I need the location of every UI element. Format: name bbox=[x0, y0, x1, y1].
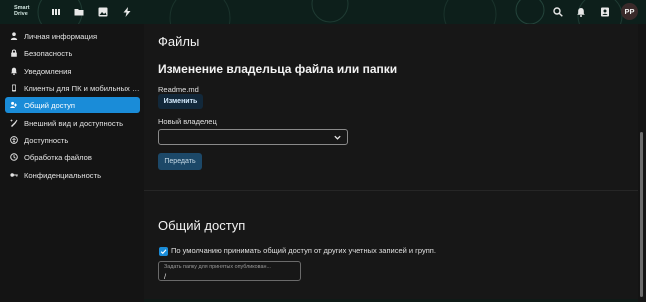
sidebar-item-privacy[interactable]: Конфиденциальность bbox=[5, 167, 140, 183]
search-icon[interactable] bbox=[551, 5, 565, 19]
sidebar-item-file-processing[interactable]: Обработка файлов bbox=[5, 149, 140, 165]
file-processing-icon bbox=[9, 152, 19, 162]
bell-icon bbox=[9, 66, 19, 76]
logo-line2: Drive bbox=[14, 11, 28, 17]
sidebar-item-personal-info[interactable]: Личная информация bbox=[5, 28, 140, 44]
chevron-down-icon bbox=[334, 135, 341, 140]
sidebar-item-security[interactable]: Безопасность bbox=[5, 45, 140, 61]
sidebar-item-label: Уведомления bbox=[24, 66, 72, 76]
sidebar-item-clients[interactable]: Клиенты для ПК и мобильных ус... bbox=[5, 80, 140, 96]
sidebar-item-sharing[interactable]: Общий доступ bbox=[5, 97, 140, 113]
sidebar-item-label: Обработка файлов bbox=[24, 152, 92, 162]
accept-shares-label: По умолчанию принимать общий доступ от д… bbox=[171, 246, 436, 255]
accepted-shares-folder-field[interactable]: Задать папку для принятых опубликован...… bbox=[158, 261, 301, 281]
sidebar-item-label: Конфиденциальность bbox=[24, 170, 102, 180]
avatar[interactable]: PP bbox=[621, 3, 638, 20]
section-title: Изменение владельца файла или папки bbox=[158, 62, 398, 76]
accessibility-icon bbox=[9, 135, 19, 145]
new-owner-select[interactable] bbox=[158, 129, 348, 145]
key-icon bbox=[9, 170, 19, 180]
sidebar-item-label: Общий доступ bbox=[24, 100, 76, 110]
user-icon bbox=[9, 31, 19, 41]
top-bar: Smart Drive PP bbox=[0, 0, 646, 24]
sidebar-item-label: Личная информация bbox=[24, 31, 98, 41]
image-icon[interactable] bbox=[96, 5, 110, 19]
contacts-icon[interactable] bbox=[598, 5, 612, 19]
folder-field-value: / bbox=[164, 272, 167, 281]
scrollbar[interactable] bbox=[638, 24, 646, 302]
sidebar-item-accessibility[interactable]: Доступность bbox=[5, 132, 140, 148]
sidebar-item-appearance[interactable]: Внешний вид и доступность bbox=[5, 115, 140, 131]
page-title: Файлы bbox=[158, 34, 200, 49]
lightning-icon[interactable] bbox=[120, 5, 134, 19]
settings-sidebar: Личная информация Безопасность Уведомлен… bbox=[0, 24, 144, 302]
app-logo[interactable]: Smart Drive bbox=[14, 5, 30, 17]
grid-icon[interactable] bbox=[49, 5, 63, 19]
sidebar-item-label: Внешний вид и доступность bbox=[24, 118, 124, 128]
section-divider bbox=[144, 190, 638, 191]
bell-icon[interactable] bbox=[574, 5, 588, 19]
share-icon bbox=[9, 100, 19, 110]
sidebar-item-label: Доступность bbox=[24, 135, 69, 145]
scrollbar-thumb[interactable] bbox=[640, 132, 643, 297]
sidebar-item-label: Безопасность bbox=[24, 48, 73, 58]
checkmark-icon bbox=[160, 249, 167, 255]
sidebar-item-notifications[interactable]: Уведомления bbox=[5, 63, 140, 79]
folder-icon[interactable] bbox=[72, 5, 86, 19]
lock-icon bbox=[9, 48, 19, 58]
change-file-button[interactable]: Изменить bbox=[158, 94, 203, 109]
transfer-button[interactable]: Передать bbox=[158, 153, 202, 170]
sidebar-item-label: Клиенты для ПК и мобильных ус... bbox=[24, 83, 140, 93]
settings-content: Файлы Изменение владельца файла или папк… bbox=[144, 24, 638, 299]
paint-icon bbox=[9, 118, 19, 128]
folder-field-label: Задать папку для принятых опубликован... bbox=[164, 264, 271, 270]
accept-shares-checkbox[interactable] bbox=[159, 247, 168, 256]
sharing-section-title: Общий доступ bbox=[158, 218, 246, 233]
selected-file-name: Readme.md bbox=[158, 85, 199, 94]
phone-icon bbox=[9, 83, 19, 93]
new-owner-label: Новый владелец bbox=[158, 117, 217, 126]
